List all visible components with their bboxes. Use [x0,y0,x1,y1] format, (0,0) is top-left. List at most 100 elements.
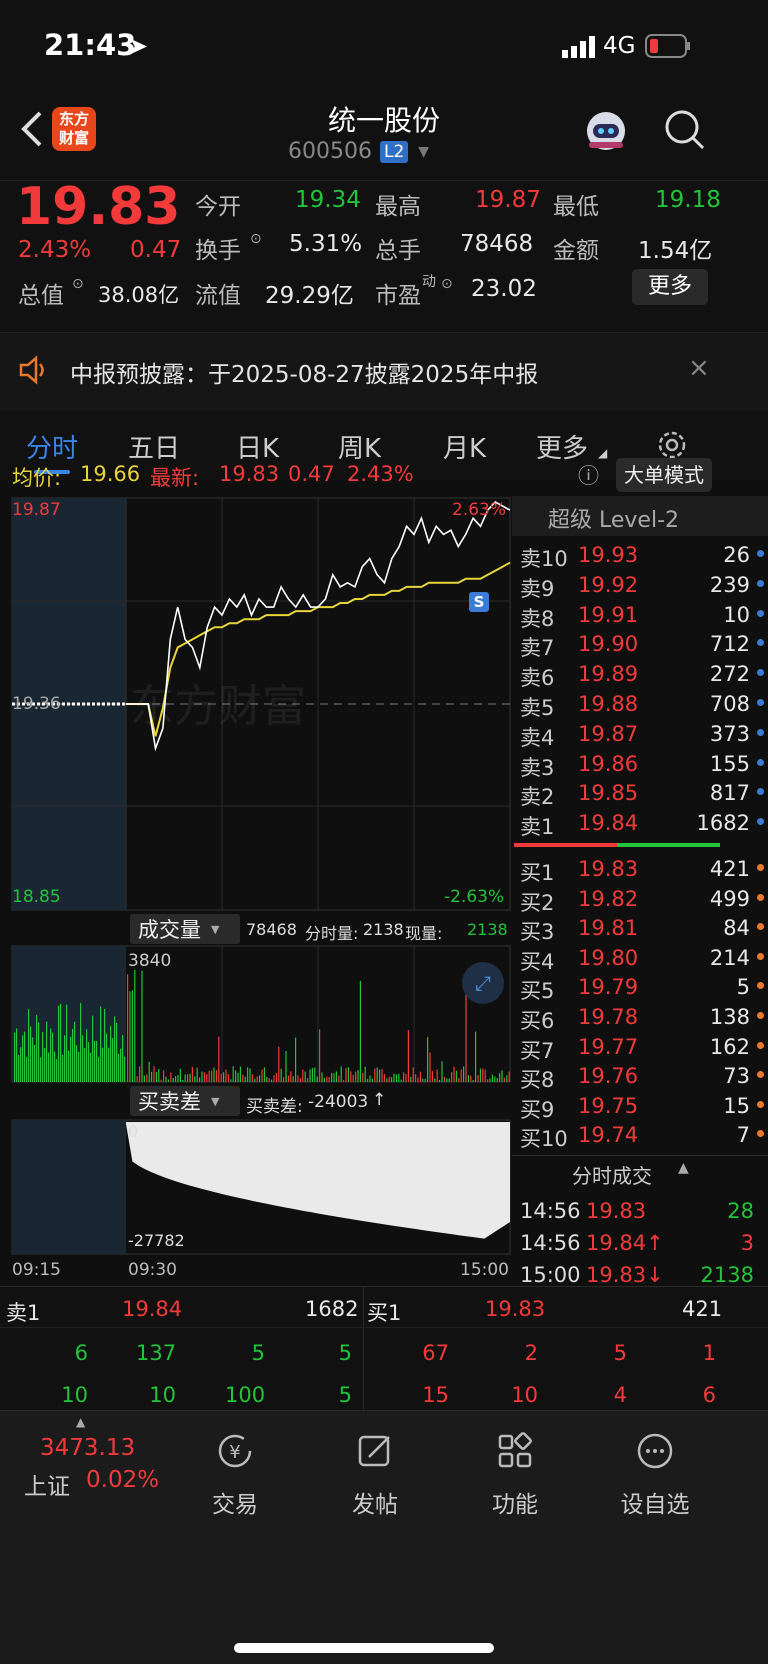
pre-volume-bar [44,1047,46,1082]
bid-row[interactable]: 买10 19.74 7 [520,1120,768,1151]
nav-watchlist[interactable]: 设自选 [600,1431,710,1519]
ask-row[interactable]: 卖4 19.87 373 [520,719,768,750]
pre-volume-bar [122,1034,124,1082]
ask-row[interactable]: 卖2 19.85 817 [520,778,768,809]
help-icon[interactable]: ⓘ [578,460,599,490]
tab-intraday[interactable]: 分时 [26,428,78,465]
volume-bar [434,1078,436,1082]
book-price: 19.87 [578,721,639,746]
volume-bar [278,1046,280,1082]
big-order-mode-button[interactable]: 大单模式 [616,458,712,492]
sell-queue-cell: 5 [251,1341,265,1365]
grid-icon [498,1432,532,1468]
stock-code-selector[interactable]: 600506 L2 ▼ [288,139,429,164]
diff-indicator-selector[interactable]: 买卖差 ▼ [130,1086,240,1116]
pre-volume-bar [120,1048,122,1082]
bid-row[interactable]: 买4 19.80 214 [520,943,768,974]
volume-bar [314,1067,316,1082]
ask-row[interactable]: 卖5 19.88 708 [520,689,768,720]
ticks-header[interactable]: 分时成交 ▲ [512,1155,768,1192]
expand-icon[interactable]: ⤢ [462,962,504,1004]
volume-bar [256,1076,258,1082]
bid-row[interactable]: 买2 19.82 499 [520,884,768,915]
pre-volume-bar [32,1037,34,1082]
ask-row[interactable]: 卖3 19.86 155 [520,749,768,780]
order-dot-icon [757,818,764,826]
index-name[interactable]: 上证 [24,1467,70,1501]
pre-volume-bar [110,1025,112,1082]
volume-bar [400,1079,402,1082]
book-level-label: 卖10 [520,547,568,571]
book-level-label: 买3 [520,920,555,945]
index-value[interactable]: 3473.13 [40,1435,135,1461]
more-button[interactable]: 更多 [632,269,708,305]
volume-bar [463,1066,465,1082]
info-dots-icon[interactable]: ⊙ [250,231,262,247]
y-axis-mid: 19.36 [12,694,61,714]
sell-queue-cell: 10 [61,1383,88,1407]
tab-five-day[interactable]: 五日 [128,428,180,465]
volume-bar [451,1072,453,1082]
bid-row[interactable]: 买3 19.81 84 [520,913,768,944]
ask-row[interactable]: 卖1 19.84 1682 [520,808,768,839]
tab-weekly[interactable]: 周K [338,428,381,465]
tab-daily[interactable]: 日K [236,428,279,465]
nav-post[interactable]: 发帖 [320,1431,430,1519]
ask-row[interactable]: 卖8 19.91 10 [520,600,768,631]
pre-volume-bar [28,1009,30,1082]
volume-bar [268,1078,270,1082]
pre-volume-bar [100,1006,102,1082]
volume-bar [244,1076,246,1082]
pre-volume-bar [22,1035,24,1082]
book-volume: 1682 [696,811,750,836]
book-level-label: 卖5 [520,696,555,720]
volume-indicator-selector[interactable]: 成交量 ▼ [130,914,240,944]
pre-volume-bar [112,1037,114,1082]
chart-area: 均价: 19.66 最新: 19.83 0.47 2.43% ⓘ 大单模式 东方… [0,458,768,1360]
ask-row[interactable]: 卖10 19.93 26 [520,540,768,571]
bid-row[interactable]: 买1 19.83 421 [520,854,768,885]
bid-row[interactable]: 买9 19.75 15 [520,1091,768,1122]
close-icon[interactable]: × [688,353,710,383]
volume-bar [340,1066,342,1082]
buy-queue-cell: 15 [422,1383,449,1407]
ask-row[interactable]: 卖7 19.90 712 [520,629,768,660]
volume-bar [160,1079,162,1082]
ask-row[interactable]: 卖9 19.92 239 [520,570,768,601]
notice-bar[interactable]: 中报预披露：于2025-08-27披露2025年中报 × [0,332,768,412]
pre-volume-bar [108,1047,110,1082]
volume-bar [143,1075,145,1082]
diff-indicator-label: 买卖差 [138,1090,201,1114]
pre-volume-bar [26,1057,28,1082]
bid-row[interactable]: 买7 19.77 162 [520,1032,768,1063]
robot-assistant-icon[interactable] [584,109,628,153]
nav-functions[interactable]: 功能 [460,1431,570,1519]
ask-row[interactable]: 卖6 19.89 272 [520,659,768,690]
nav-trade[interactable]: ¥ 交易 [180,1431,290,1519]
info-dots-icon[interactable]: ⊙ [441,276,453,292]
order-dot-icon [757,1041,764,1049]
info-dots-icon[interactable]: ⊙ [72,276,84,292]
order-dot-icon [757,699,764,706]
order-dot-icon [757,550,764,557]
tab-monthly[interactable]: 月K [443,428,486,465]
book-level-label: 卖7 [520,636,555,661]
volume-bar [338,1075,340,1082]
sell-marker-icon[interactable]: S [469,592,489,612]
tick-volume: 2138 [700,1263,754,1287]
pre-volume-bar [116,1022,118,1082]
bid-row[interactable]: 买8 19.76 73 [520,1061,768,1092]
volume-bar [489,1078,491,1082]
diff-text-label: 买卖差: [246,1097,303,1117]
bid-row[interactable]: 买5 19.79 5 [520,972,768,1003]
volume-bar [141,970,143,1082]
book-volume: 138 [709,1005,750,1029]
index-percent[interactable]: 0.02% [86,1467,159,1493]
sell-queue-cell: 10 [149,1383,176,1407]
volume-bar [419,1071,421,1082]
bid-row[interactable]: 买6 19.78 138 [520,1002,768,1033]
turnover-value: 5.31% [289,231,363,257]
pre-volume-bar [106,1033,108,1082]
search-icon[interactable] [664,109,706,155]
volume-bar [506,1075,508,1082]
